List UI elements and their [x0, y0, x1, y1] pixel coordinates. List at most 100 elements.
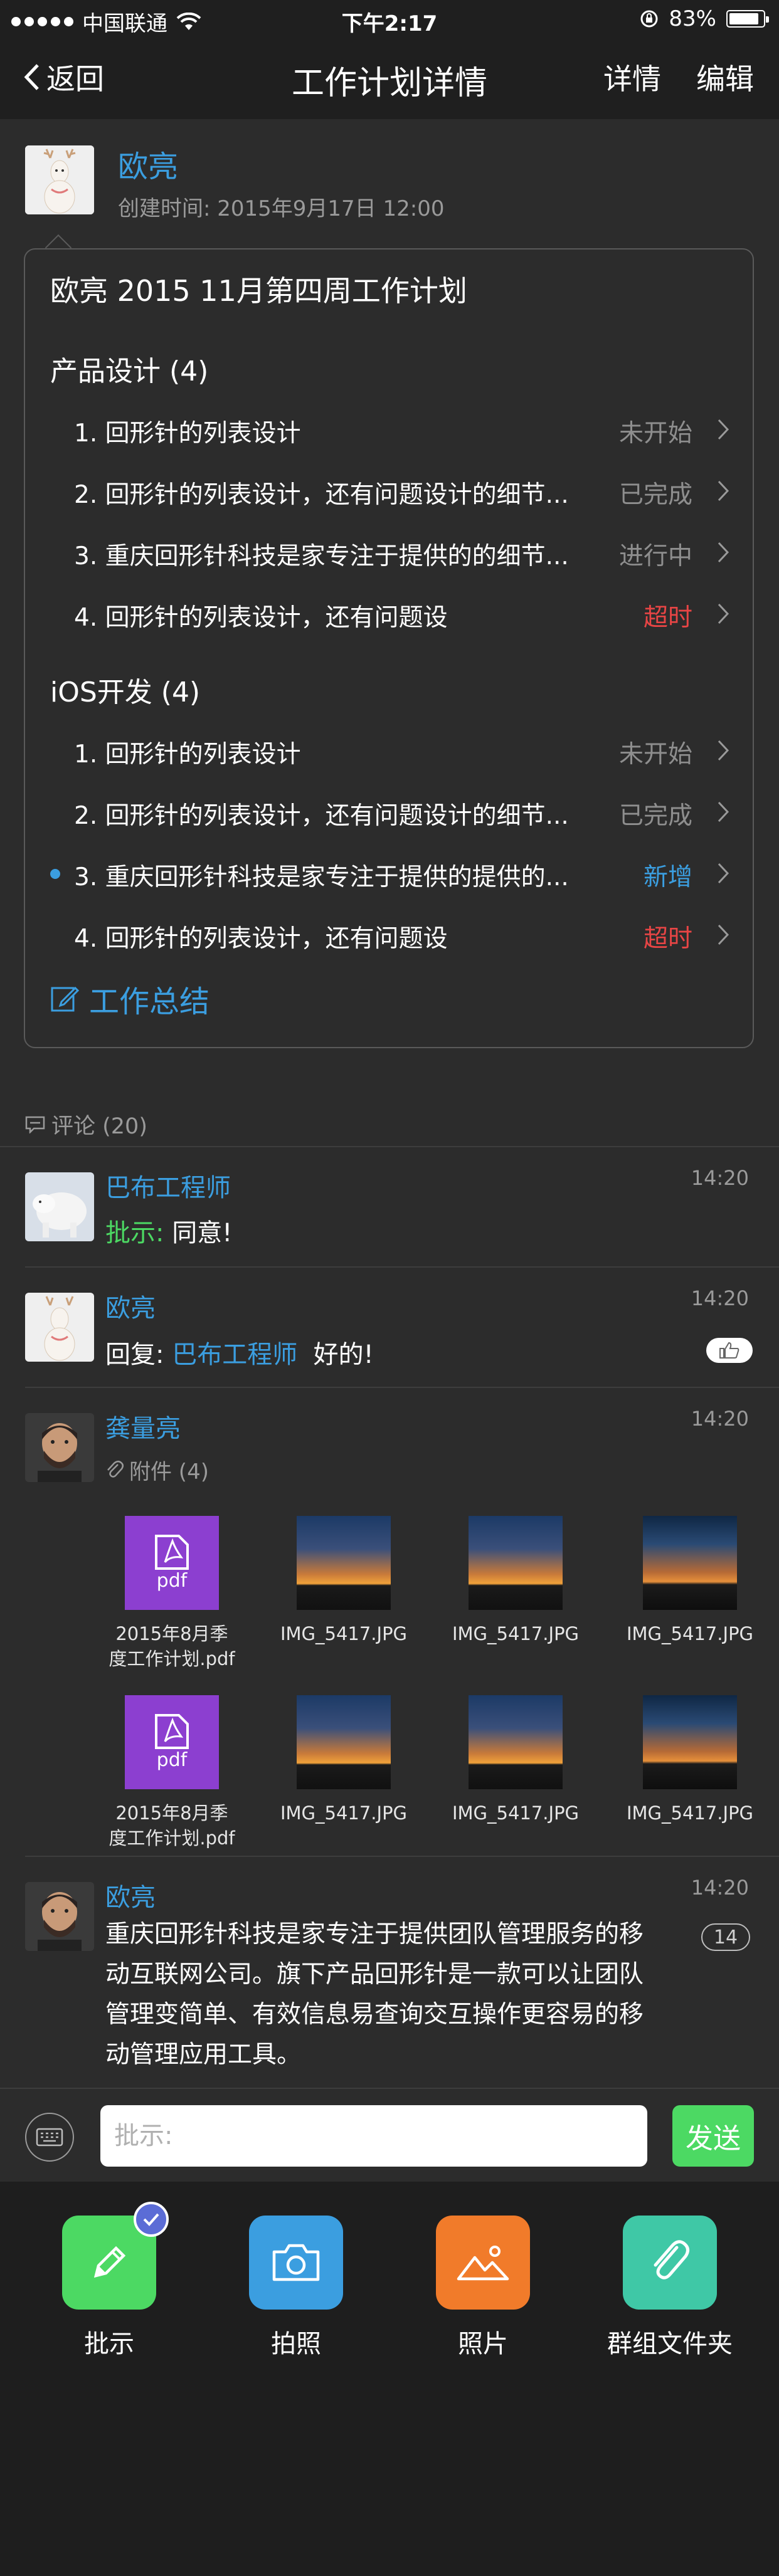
keyboard-toggle-button[interactable]: [25, 2113, 74, 2162]
like-button[interactable]: [706, 1338, 753, 1363]
comment-text-line: 管理变简单、有效信息易查询交互操作更容易的移: [105, 2000, 644, 2029]
action-camera[interactable]: 拍照: [215, 2216, 378, 2360]
file-name-line: 度工作计划.pdf: [109, 1827, 235, 1849]
nav-bar: 返回 工作计划详情 详情 编辑: [0, 39, 779, 119]
created-time: 创建时间: 2015年9月17日 12:00: [118, 196, 445, 221]
pdf-label: pdf: [156, 1569, 188, 1592]
avatar[interactable]: [25, 1172, 94, 1241]
task-text: 2. 回形针的列表设计，还有问题设计的细节...: [74, 481, 569, 509]
comment-author[interactable]: 龚量亮: [105, 1408, 181, 1444]
keyboard-icon: [36, 2128, 63, 2147]
comment-time: 14:20: [691, 1876, 749, 1900]
chevron-right-icon: [718, 801, 729, 823]
author-name[interactable]: 欧亮: [118, 142, 178, 186]
edit-button[interactable]: 编辑: [696, 56, 754, 98]
chevron-right-icon: [718, 419, 729, 440]
comment-author[interactable]: 欧亮: [105, 1877, 156, 1913]
task-status: 超时: [643, 925, 692, 953]
camera-icon: [272, 2244, 320, 2281]
task-status: 新增: [643, 863, 692, 891]
details-button[interactable]: 详情: [603, 56, 661, 98]
battery-icon: [726, 10, 769, 28]
comment-text: 同意!: [172, 1219, 233, 1248]
attachments-header: 附件 (4): [105, 1454, 209, 1485]
task-row[interactable]: 3. 重庆回形针科技是家专注于提供的的细节... 进行中: [25, 523, 753, 583]
task-row[interactable]: 1. 回形针的列表设计 未开始: [25, 400, 753, 460]
top-bar: 中国联通 下午2:17 83% 返回 工作计划详情 详情 编辑: [0, 0, 779, 119]
photo-attachment[interactable]: IMG_5417.JPG: [440, 1516, 591, 1646]
task-row[interactable]: 4. 回形针的列表设计，还有问题设 超时: [25, 584, 753, 644]
task-row[interactable]: 2. 回形针的列表设计，还有问题设计的细节... 已完成: [25, 782, 753, 843]
comment-prefix: 回复:: [105, 1340, 164, 1369]
comment-text-line: 动互联网公司。旗下产品回形针是一款可以让团队: [105, 1960, 644, 1989]
paperclip-icon: [654, 2240, 689, 2279]
deer-avatar-icon: [25, 145, 94, 214]
new-indicator-dot: [50, 869, 60, 879]
photo-thumbnail: [297, 1695, 391, 1789]
deer-avatar-icon: [25, 1293, 94, 1362]
divider: [25, 1387, 779, 1388]
action-group-folder[interactable]: 群组文件夹: [588, 2216, 751, 2360]
pdf-attachment[interactable]: pdf 2015年8月季 度工作计划.pdf: [97, 1695, 247, 1851]
comment-time: 14:20: [691, 1286, 749, 1310]
action-label: 群组文件夹: [607, 2330, 733, 2358]
edit-icon: [51, 986, 79, 1012]
comment-body: 批示: 同意!: [105, 1212, 232, 1249]
attachments-count: 附件 (4): [129, 1459, 209, 1485]
photo-attachment[interactable]: IMG_5417.JPG: [268, 1516, 419, 1646]
file-name: IMG_5417.JPG: [452, 1802, 580, 1824]
file-name: IMG_5417.JPG: [280, 1802, 408, 1824]
task-text: 2. 回形针的列表设计，还有问题设计的细节...: [74, 802, 569, 830]
photos-button-bg: [436, 2216, 530, 2310]
comment-input-bar: 发送: [0, 2088, 779, 2182]
photo-attachment[interactable]: IMG_5417.JPG: [615, 1516, 765, 1646]
file-name-line: 度工作计划.pdf: [109, 1648, 235, 1669]
file-name: IMG_5417.JPG: [452, 1623, 580, 1644]
avatar[interactable]: [25, 1882, 94, 1951]
reply-count-badge[interactable]: 14: [701, 1923, 750, 1951]
avatar[interactable]: [25, 1293, 94, 1362]
photo-thumbnail: [469, 1695, 563, 1789]
approve-button-bg: [62, 2202, 169, 2310]
task-row[interactable]: 3. 重庆回形针科技是家专注于提供的提供的... 新增: [25, 844, 753, 904]
comment-text-line: 重庆回形针科技是家专注于提供团队管理服务的移: [105, 1920, 644, 1948]
action-approve[interactable]: 批示: [28, 2202, 191, 2360]
comment-time: 14:20: [691, 1166, 749, 1190]
battery-percent: 83%: [669, 6, 716, 31]
task-text: 1. 回形针的列表设计: [74, 419, 301, 448]
task-row[interactable]: 1. 回形针的列表设计 未开始: [25, 721, 753, 781]
work-summary-link[interactable]: 工作总结: [50, 977, 209, 1021]
pencil-icon: [93, 2246, 126, 2278]
pdf-attachment[interactable]: pdf 2015年8月季 度工作计划.pdf: [97, 1516, 247, 1671]
task-text: 3. 重庆回形针科技是家专注于提供的提供的...: [74, 863, 569, 891]
avatar[interactable]: [25, 1413, 94, 1482]
comment-icon: [25, 1116, 45, 1133]
comments-count: 评论 (20): [51, 1114, 147, 1139]
avatar[interactable]: [25, 145, 94, 214]
work-summary-label: 工作总结: [89, 984, 210, 1019]
comment-author[interactable]: 巴布工程师: [105, 1167, 231, 1204]
plan-title: 欧亮 2015 11月第四周工作计划: [50, 274, 467, 308]
file-name: IMG_5417.JPG: [626, 1802, 754, 1824]
task-row[interactable]: 4. 回形针的列表设计，还有问题设 超时: [25, 905, 753, 965]
chevron-right-icon: [718, 924, 729, 945]
photo-thumbnail: [469, 1516, 563, 1610]
rotation-lock-icon: [640, 10, 658, 28]
task-text: 3. 重庆回形针科技是家专注于提供的的细节...: [74, 542, 569, 570]
mention-link[interactable]: 巴布工程师: [172, 1340, 297, 1369]
man-avatar-icon: [25, 1413, 94, 1482]
divider: [25, 1856, 779, 1857]
action-photos[interactable]: 照片: [401, 2216, 564, 2360]
comment-input[interactable]: [100, 2105, 647, 2167]
file-name-line: 2015年8月季: [115, 1623, 228, 1644]
photo-attachment[interactable]: IMG_5417.JPG: [268, 1695, 419, 1826]
file-name-line: 2015年8月季: [115, 1802, 228, 1824]
photo-attachment[interactable]: IMG_5417.JPG: [615, 1695, 765, 1826]
photo-attachment[interactable]: IMG_5417.JPG: [440, 1695, 591, 1826]
action-label: 批示: [84, 2330, 134, 2358]
comment-body: 回复: 巴布工程师 好的!: [105, 1334, 374, 1370]
send-button[interactable]: 发送: [672, 2105, 754, 2167]
divider: [25, 1266, 779, 1268]
task-row[interactable]: 2. 回形针的列表设计，还有问题设计的细节... 已完成: [25, 461, 753, 522]
comment-author[interactable]: 欧亮: [105, 1288, 156, 1324]
